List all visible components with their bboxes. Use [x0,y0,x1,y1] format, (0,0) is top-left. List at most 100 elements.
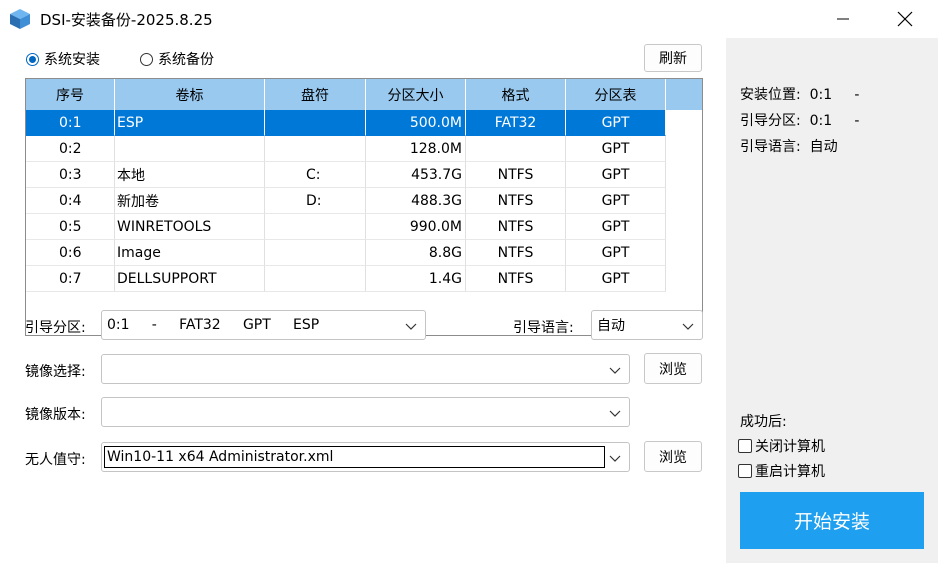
minimize-button[interactable] [820,0,866,38]
radio-system-backup[interactable]: 系统备份 [140,49,214,69]
cell-format: NTFS [466,188,566,214]
cell-scheme: GPT [566,110,666,136]
cell-label: 新加卷 [115,188,265,214]
cell-scheme: GPT [566,136,666,162]
checkbox-box [738,439,752,453]
cell-label: DELLSUPPORT [115,266,265,292]
browse-image-button[interactable]: 浏览 [644,353,702,384]
cell-label: WINRETOOLS [115,214,265,240]
start-install-button[interactable]: 开始安装 [740,492,924,549]
cell-scheme: GPT [566,188,666,214]
table-row[interactable]: 0:1 ESP 500.0M FAT32 GPT [26,110,666,136]
chevron-down-icon [682,323,694,330]
checkbox-box [738,464,752,478]
title-bar: DSI-安装备份-2025.8.25 [0,0,938,38]
cell-index: 0:7 [26,266,115,292]
browse-unattend-button[interactable]: 浏览 [644,441,702,472]
cell-label [115,136,265,162]
cell-size: 453.7G [366,162,466,188]
image-select-label: 镜像选择: [25,364,86,380]
checkbox-label: 重启计算机 [755,464,825,480]
main-panel: 系统安装 系统备份 刷新 序号 卷标 盘符 分区大小 格式 分区表 0:1 ES… [0,38,726,563]
cell-format: NTFS [466,266,566,292]
cell-size: 1.4G [366,266,466,292]
cell-scheme: GPT [566,240,666,266]
unattend-combo[interactable]: Win10-11 x64 Administrator.xml [101,442,630,472]
cell-size: 500.0M [366,110,466,136]
unattend-label: 无人值守: [25,452,86,468]
chevron-down-icon [609,367,621,374]
boot-language-label: 引导语言: [513,320,574,336]
cell-drive [265,214,366,240]
restart-checkbox[interactable]: 重启计算机 [738,461,825,481]
boot-partition-text: 引导分区: 0:1 - [740,113,860,129]
table-header: 序号 卷标 盘符 分区大小 格式 分区表 [26,79,702,110]
boot-partition-label: 引导分区: [25,320,86,336]
refresh-button[interactable]: 刷新 [644,44,702,72]
minimize-icon [837,18,849,20]
image-version-combo[interactable] [101,397,630,427]
table-row[interactable]: 0:2 128.0M GPT [26,136,666,162]
column-header[interactable]: 序号 [26,79,115,110]
cell-index: 0:1 [26,110,115,136]
table-row[interactable]: 0:4 新加卷 D: 488.3G NTFS GPT [26,188,666,214]
cell-drive [265,266,366,292]
cell-size: 990.0M [366,214,466,240]
radio-dot [140,52,153,66]
shutdown-checkbox[interactable]: 关闭计算机 [738,436,825,456]
boot-language-text: 引导语言: 自动 [740,139,838,155]
column-header[interactable]: 分区大小 [366,79,466,110]
chevron-down-icon [609,410,621,417]
table-row[interactable]: 0:3 本地 C: 453.7G NTFS GPT [26,162,666,188]
column-header[interactable]: 分区表 [566,79,666,110]
column-header[interactable]: 卷标 [115,79,265,110]
column-header[interactable]: 格式 [466,79,566,110]
cell-index: 0:5 [26,214,115,240]
radio-label: 系统安装 [44,52,100,68]
side-panel: 安装位置: 0:1 - 引导分区: 0:1 - 引导语言: 自动 成功后: 关闭… [726,38,938,563]
cell-format: FAT32 [466,110,566,136]
radio-system-install[interactable]: 系统安装 [26,49,100,69]
cell-size: 128.0M [366,136,466,162]
cell-drive: D: [265,188,366,214]
cell-label: 本地 [115,162,265,188]
chevron-down-icon [609,455,621,462]
app-cube-icon [10,9,30,29]
checkbox-label: 关闭计算机 [755,439,825,455]
table-row[interactable]: 0:7 DELLSUPPORT 1.4G NTFS GPT [26,266,666,292]
cell-size: 488.3G [366,188,466,214]
window-title: DSI-安装备份-2025.8.25 [40,11,213,29]
cell-scheme: GPT [566,162,666,188]
table-row[interactable]: 0:6 Image 8.8G NTFS GPT [26,240,666,266]
cell-label: ESP [115,110,265,136]
cell-size: 8.8G [366,240,466,266]
cell-scheme: GPT [566,214,666,240]
after-success-label: 成功后: [740,414,787,430]
close-button[interactable] [882,0,928,38]
boot-language-select[interactable]: 自动 [591,310,703,340]
table-row[interactable]: 0:5 WINRETOOLS 990.0M NTFS GPT [26,214,666,240]
cell-format: NTFS [466,214,566,240]
focus-outline [104,446,605,468]
cell-label: Image [115,240,265,266]
image-select-combo[interactable] [101,354,630,384]
cell-format: NTFS [466,162,566,188]
cell-format [466,136,566,162]
cell-index: 0:3 [26,162,115,188]
close-icon [897,11,913,27]
cell-index: 0:6 [26,240,115,266]
image-version-label: 镜像版本: [25,407,86,423]
radio-dot-checked [26,52,39,66]
cell-scheme: GPT [566,266,666,292]
boot-language-value: 自动 [597,318,625,334]
cell-index: 0:4 [26,188,115,214]
partition-table[interactable]: 序号 卷标 盘符 分区大小 格式 分区表 0:1 ESP 500.0M FAT3… [25,78,703,336]
cell-drive: C: [265,162,366,188]
column-header[interactable]: 盘符 [265,79,366,110]
boot-partition-select[interactable]: 0:1 - FAT32 GPT ESP [101,310,426,340]
cell-drive [265,136,366,162]
boot-partition-value: 0:1 - FAT32 GPT ESP [107,317,320,333]
cell-drive [265,110,366,136]
install-location-text: 安装位置: 0:1 - [740,87,860,103]
cell-index: 0:2 [26,136,115,162]
